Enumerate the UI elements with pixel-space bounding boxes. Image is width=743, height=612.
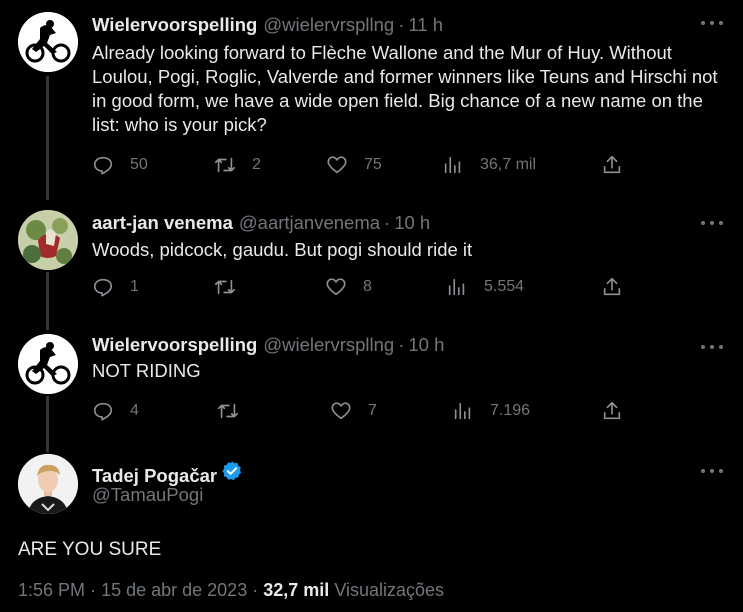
tweet-text: Woods, pidcock, gaudu. But pogi should r…: [92, 239, 473, 260]
reply-icon: [93, 278, 113, 297]
separator: ·: [90, 580, 97, 600]
like-count: 7: [368, 402, 377, 419]
tweet-text: Already looking forward to Flèche Wallon…: [92, 42, 718, 135]
tweet-time[interactable]: 10 h: [408, 334, 444, 356]
tweet-header: aart-jan venema @aartjanvenema · 10 h: [92, 212, 430, 234]
views-icon: [454, 402, 471, 420]
tweet-text: NOT RIDING: [92, 360, 201, 381]
views-icon: [444, 156, 461, 174]
share-button[interactable]: [601, 276, 623, 298]
reply-button[interactable]: 4: [92, 400, 139, 422]
reply-count: 4: [130, 402, 139, 419]
avatar[interactable]: [18, 334, 78, 394]
views-total: 32,7 mil: [263, 580, 330, 600]
share-icon: [603, 155, 621, 174]
views-label: Visualizações: [334, 580, 445, 600]
tweet-header: Wielervoorspelling @wielervrspllng · 10 …: [92, 334, 444, 356]
avatar[interactable]: [18, 210, 78, 270]
like-button[interactable]: 75: [326, 154, 382, 176]
share-button[interactable]: [601, 154, 623, 176]
author-name[interactable]: Wielervoorspelling: [92, 334, 257, 356]
views-count: 7.196: [490, 402, 531, 419]
tweet-date[interactable]: 15 de abr de 2023: [101, 580, 247, 600]
retweet-icon: [215, 279, 235, 295]
tweet[interactable]: aart-jan venema @aartjanvenema · 10 h Wo…: [0, 196, 743, 320]
views-count: 36,7 mil: [480, 156, 537, 173]
retweet-button[interactable]: 2: [214, 154, 261, 176]
tweet-time[interactable]: 11 h: [408, 14, 443, 36]
avatar[interactable]: [18, 454, 78, 514]
like-button[interactable]: 7: [330, 400, 377, 422]
author-handle[interactable]: @aartjanvenema: [239, 212, 380, 234]
separator: ·: [398, 14, 405, 35]
views-button[interactable]: 36,7 mil: [442, 154, 536, 176]
views-icon: [448, 278, 465, 296]
reply-icon: [93, 402, 113, 421]
author-handle[interactable]: @TamauPogi: [92, 484, 203, 506]
share-button[interactable]: [601, 400, 623, 422]
more-options-icon[interactable]: [701, 216, 723, 230]
heart-icon: [331, 402, 351, 420]
like-count: 8: [363, 278, 372, 295]
tweet-header: Wielervoorspelling @wielervrspllng · 11 …: [92, 14, 443, 36]
retweet-count: 2: [252, 156, 261, 173]
heart-icon: [326, 278, 346, 296]
tweet-actions: 50 2 75 36,7 mil: [0, 154, 743, 184]
views-count: 5.554: [484, 278, 525, 295]
retweet-button[interactable]: [214, 276, 236, 298]
reply-button[interactable]: 50: [92, 154, 148, 176]
reply-button[interactable]: 1: [92, 276, 139, 298]
separator: ·: [252, 580, 259, 600]
author-handle-row: @TamauPogi: [92, 484, 203, 506]
share-icon: [603, 401, 621, 420]
heart-icon: [327, 156, 347, 174]
tweet-header: Tadej Pogačar: [92, 460, 243, 487]
views-button[interactable]: 5.554: [446, 276, 524, 298]
tweet-text: ARE YOU SURE: [18, 539, 162, 560]
like-count: 75: [364, 156, 382, 173]
reply-count: 1: [130, 278, 139, 295]
more-options-icon[interactable]: [701, 464, 723, 478]
separator: ·: [398, 334, 405, 355]
tweet-time[interactable]: 10 h: [394, 212, 430, 234]
more-options-icon[interactable]: [701, 16, 723, 30]
tweet-meta: 1:56 PM · 15 de abr de 2023 · 32,7 mil V…: [18, 580, 444, 601]
retweet-button[interactable]: [217, 400, 239, 422]
author-handle[interactable]: @wielervrspllng: [263, 334, 394, 356]
retweet-icon: [218, 403, 238, 419]
avatar[interactable]: [18, 12, 78, 72]
tweet-actions: 4 7 7.196: [0, 400, 743, 430]
tweet-time[interactable]: 1:56 PM: [18, 580, 85, 600]
tweet-actions: 1 8 5.554: [0, 276, 743, 306]
share-icon: [603, 277, 621, 296]
reply-icon: [93, 156, 113, 175]
author-name[interactable]: aart-jan venema: [92, 212, 233, 234]
views-button[interactable]: 7.196: [452, 400, 530, 422]
author-handle[interactable]: @wielervrspllng: [263, 14, 394, 36]
tweet[interactable]: Wielervoorspelling @wielervrspllng · 11 …: [0, 0, 743, 195]
verified-badge-icon: [222, 461, 242, 481]
author-name[interactable]: Wielervoorspelling: [92, 14, 257, 36]
reply-count: 50: [130, 156, 148, 173]
more-options-icon[interactable]: [701, 340, 723, 354]
retweet-icon: [215, 157, 235, 173]
separator: ·: [384, 212, 391, 233]
tweet[interactable]: Wielervoorspelling @wielervrspllng · 10 …: [0, 320, 743, 444]
like-button[interactable]: 8: [325, 276, 372, 298]
